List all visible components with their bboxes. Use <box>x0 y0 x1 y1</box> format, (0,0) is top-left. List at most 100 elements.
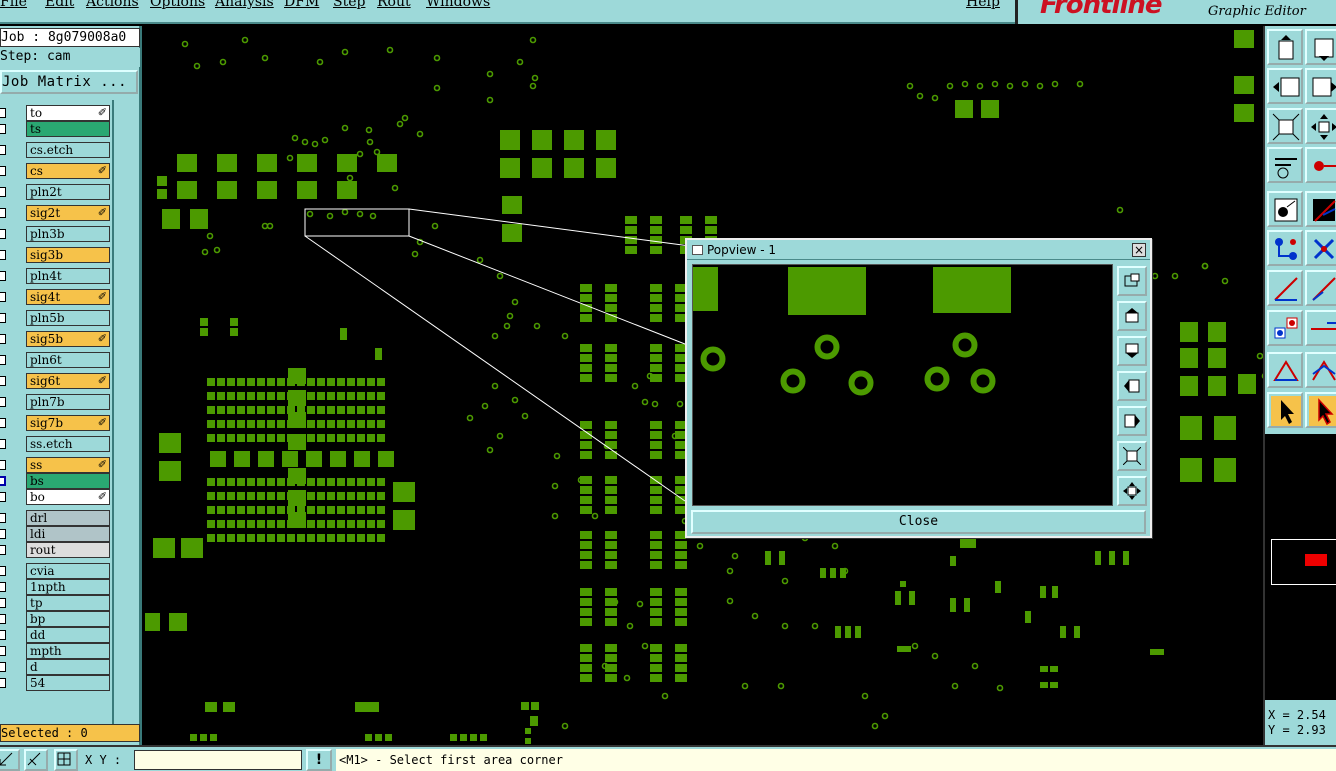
layer-row[interactable]: pln5b <box>0 310 114 326</box>
layer-name[interactable]: cs.etch <box>26 142 110 158</box>
menu-step[interactable]: Step <box>333 0 365 10</box>
menu-dfm[interactable]: DFM <box>284 0 319 10</box>
menu-rout[interactable]: Rout <box>377 0 411 10</box>
layer-row[interactable]: bo ✐ <box>0 489 114 505</box>
layer-name[interactable]: ss.etch <box>26 436 110 452</box>
layer-row[interactable]: ss ✐ <box>0 457 114 473</box>
line-edit-button[interactable] <box>1305 191 1336 227</box>
layer-name[interactable]: tp <box>26 595 110 611</box>
layer-row[interactable]: tp <box>0 595 114 611</box>
layer-name[interactable]: dd <box>26 627 110 643</box>
layer-name[interactable]: 1npth <box>26 579 110 595</box>
layer-row[interactable]: mpth <box>0 643 114 659</box>
layer-name[interactable]: ldi <box>26 526 110 542</box>
menu-file[interactable]: File <box>0 0 27 10</box>
select-arrow-button[interactable] <box>1267 392 1303 428</box>
layer-checkbox[interactable] <box>0 492 6 502</box>
layer-row[interactable]: rout <box>0 542 114 558</box>
layer-name[interactable]: sig5b ✐ <box>26 331 110 347</box>
layer-checkbox[interactable] <box>0 418 6 428</box>
layer-name[interactable]: bo ✐ <box>26 489 110 505</box>
layer-checkbox[interactable] <box>0 646 6 656</box>
layer-name[interactable]: sig4t ✐ <box>26 289 110 305</box>
layer-row[interactable]: drl <box>0 510 114 526</box>
layer-checkbox[interactable] <box>0 376 6 386</box>
layer-checkbox[interactable] <box>0 582 6 592</box>
layer-row[interactable]: bp <box>0 611 114 627</box>
layer-row[interactable]: sig2t ✐ <box>0 205 114 221</box>
layer-name[interactable]: mpth <box>26 643 110 659</box>
layer-row[interactable]: to ✐ <box>0 105 114 121</box>
net-connect-button[interactable] <box>1267 230 1303 266</box>
layer-checkbox[interactable] <box>0 145 6 155</box>
menu-analysis[interactable]: Analysis <box>215 0 274 10</box>
layer-name[interactable]: cs ✐ <box>26 163 110 179</box>
layer-checkbox[interactable] <box>0 250 6 260</box>
popview-close-button[interactable]: Close <box>691 510 1146 534</box>
copy-shape-button[interactable] <box>1267 310 1303 346</box>
layer-checkbox[interactable] <box>0 355 6 365</box>
layer-name[interactable]: sig2t ✐ <box>26 205 110 221</box>
layer-checkbox[interactable] <box>0 460 6 470</box>
layer-name[interactable]: bs <box>26 473 110 489</box>
layer-checkbox[interactable] <box>0 662 6 672</box>
layer-name[interactable]: d <box>26 659 110 675</box>
layer-row[interactable]: pln3b <box>0 226 114 242</box>
zoom-left-button[interactable] <box>1117 371 1147 401</box>
layer-row[interactable]: pln6t <box>0 352 114 368</box>
layer-name[interactable]: pln2t <box>26 184 110 200</box>
layer-checkbox[interactable] <box>0 271 6 281</box>
triangle-a-button[interactable] <box>1267 352 1303 388</box>
layer-name[interactable]: sig7b ✐ <box>26 415 110 431</box>
menu-help[interactable]: Help <box>966 0 1000 10</box>
layer-checkbox[interactable] <box>0 208 6 218</box>
layer-name[interactable]: pln4t <box>26 268 110 284</box>
zoom-fit-button[interactable] <box>1267 108 1303 144</box>
layer-checkbox[interactable] <box>0 187 6 197</box>
warning-button[interactable]: ! <box>306 749 332 771</box>
layer-row[interactable]: sig7b ✐ <box>0 415 114 431</box>
layer-name[interactable]: rout <box>26 542 110 558</box>
layer-checkbox[interactable] <box>0 614 6 624</box>
layer-checkbox[interactable] <box>0 292 6 302</box>
menu-options[interactable]: Options <box>150 0 205 10</box>
zoom-window-button[interactable] <box>1117 266 1147 296</box>
layer-name[interactable]: drl <box>26 510 110 526</box>
layer-name[interactable]: sig3b <box>26 247 110 263</box>
layer-checkbox[interactable] <box>0 313 6 323</box>
layer-row[interactable]: sig6t ✐ <box>0 373 114 389</box>
layer-checkbox[interactable] <box>0 529 6 539</box>
select-arrow-alt-button[interactable] <box>1305 392 1336 428</box>
layer-row[interactable]: sig4t ✐ <box>0 289 114 305</box>
layer-name[interactable]: to ✐ <box>26 105 110 121</box>
zoom-window-button[interactable] <box>1305 29 1336 65</box>
layer-name[interactable]: ss ✐ <box>26 457 110 473</box>
snap-center-button[interactable] <box>1267 191 1303 227</box>
tools-button[interactable] <box>1267 147 1303 183</box>
probe-button[interactable] <box>1305 147 1336 183</box>
layer-checkbox[interactable] <box>0 229 6 239</box>
fit-right-button[interactable] <box>1305 68 1336 104</box>
job-matrix-button[interactable]: Job Matrix ... <box>0 70 138 94</box>
fit-left-button[interactable] <box>1267 68 1303 104</box>
layer-checkbox[interactable] <box>0 566 6 576</box>
layer-checkbox[interactable] <box>0 439 6 449</box>
layer-row[interactable]: ss.etch <box>0 436 114 452</box>
triangle-b-button[interactable] <box>1305 352 1336 388</box>
menu-windows[interactable]: Windows <box>426 0 490 10</box>
layer-name[interactable]: ts <box>26 121 110 137</box>
layer-name[interactable]: sig6t ✐ <box>26 373 110 389</box>
layer-row[interactable]: 1npth <box>0 579 114 595</box>
zoom-right-button[interactable] <box>1117 406 1147 436</box>
layer-name[interactable]: pln5b <box>26 310 110 326</box>
layer-name[interactable]: pln6t <box>26 352 110 368</box>
layer-row[interactable]: pln7b <box>0 394 114 410</box>
grid-button[interactable] <box>54 749 78 771</box>
popview-canvas[interactable] <box>692 264 1113 506</box>
angle-b-button[interactable] <box>1305 270 1336 306</box>
layer-name[interactable]: pln3b <box>26 226 110 242</box>
menu-edit[interactable]: Edit <box>45 0 74 10</box>
layer-name[interactable]: pln7b <box>26 394 110 410</box>
layer-checkbox[interactable] <box>0 678 6 688</box>
layer-name[interactable]: 54 <box>26 675 110 691</box>
